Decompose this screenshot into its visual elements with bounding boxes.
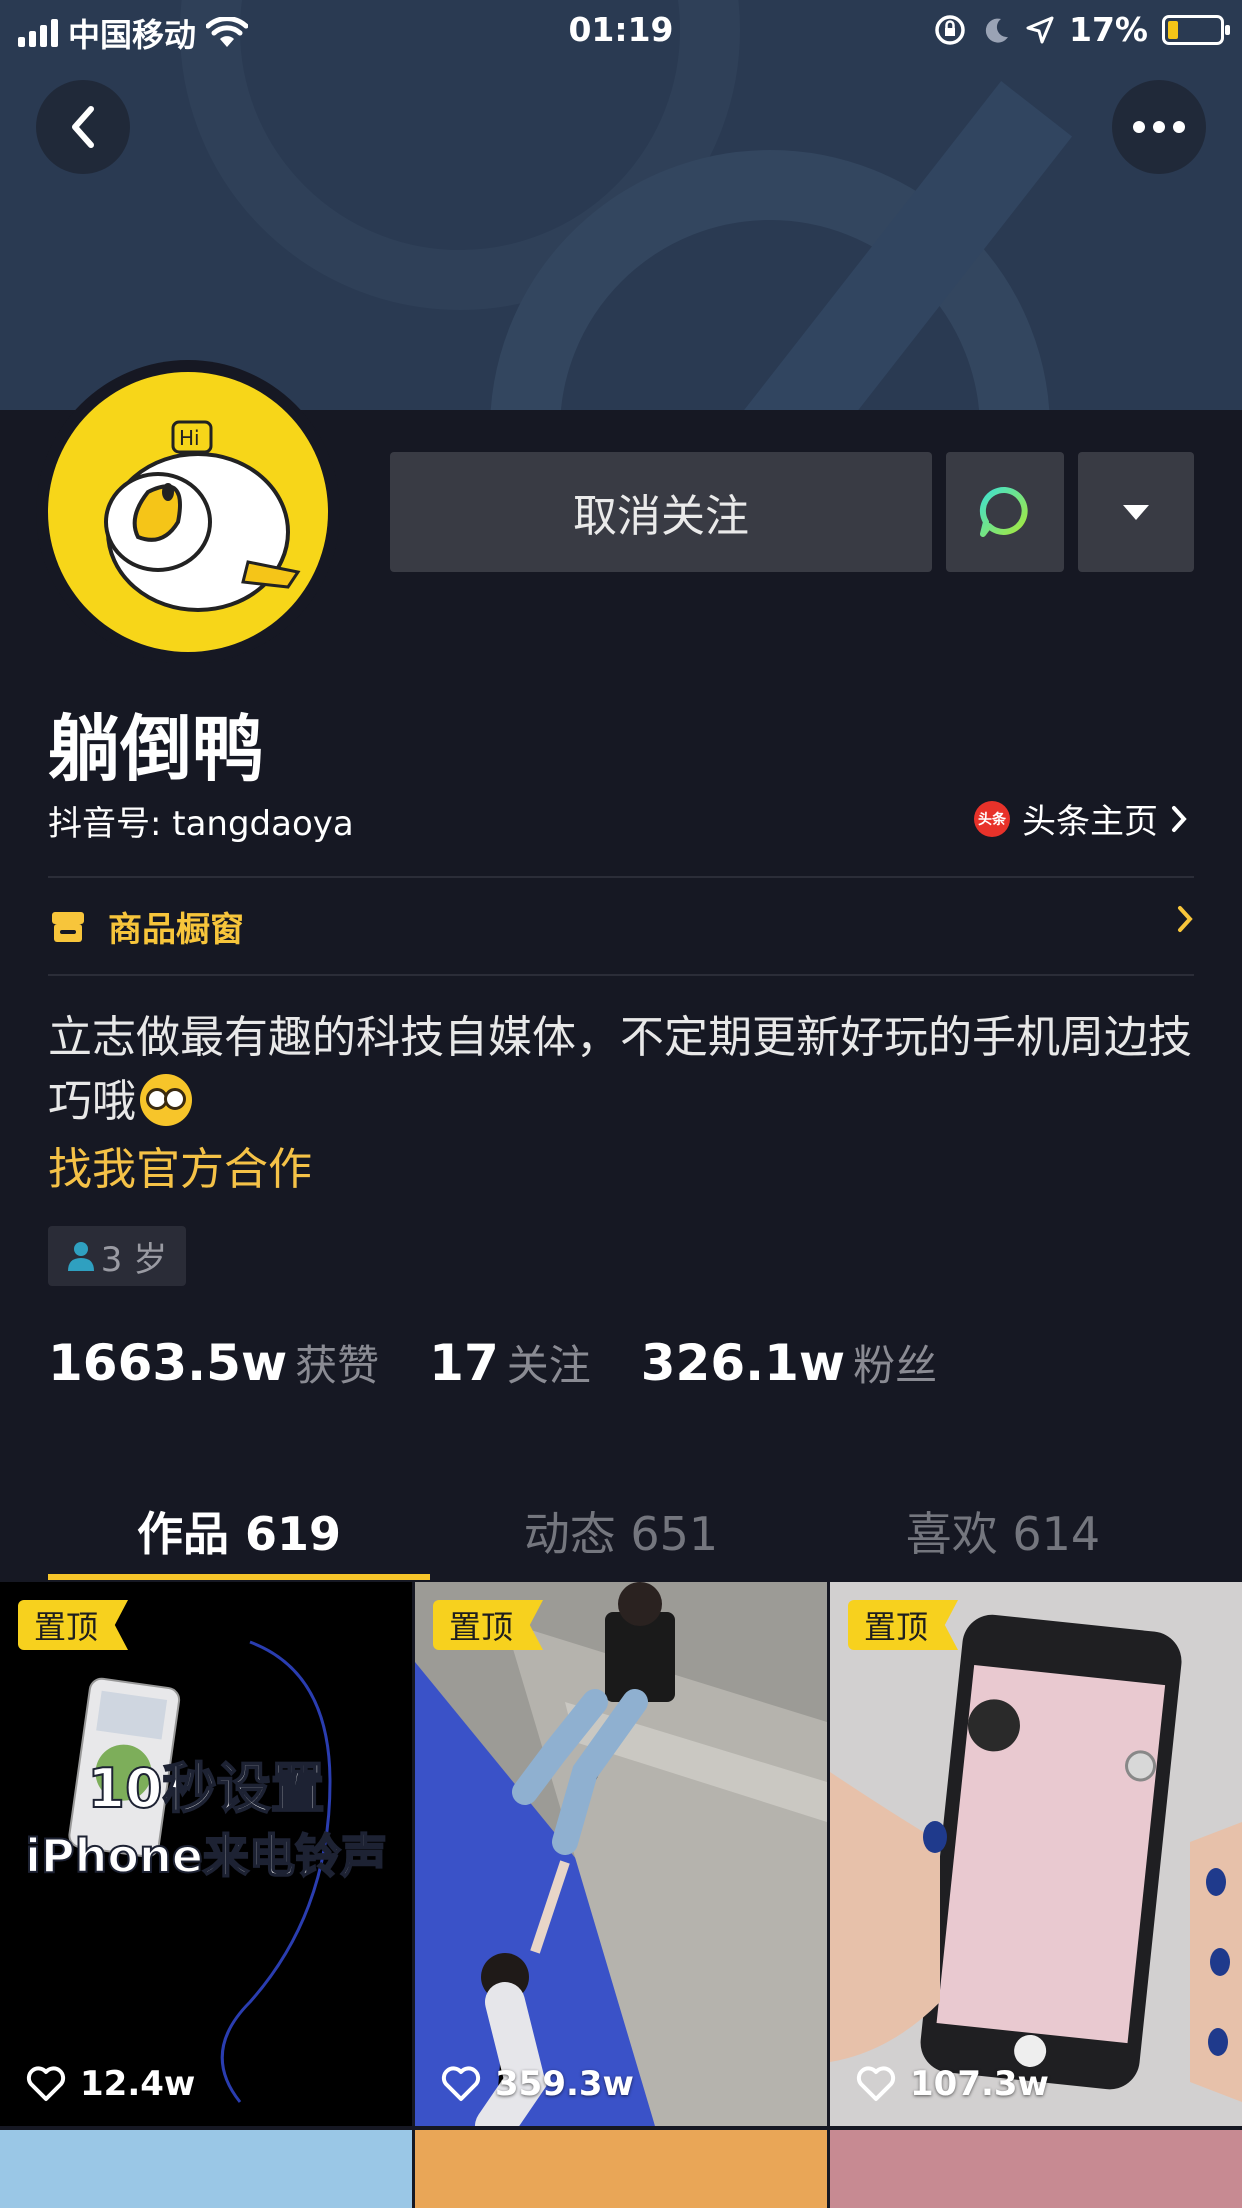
- video-thumbnail[interactable]: 置顶 107.3w: [830, 1582, 1242, 2126]
- profile-stats: 1663.5w 获赞 17 关注 326.1w 粉丝: [48, 1332, 987, 1393]
- followers-label[interactable]: 粉丝: [853, 1332, 937, 1393]
- location-icon: [1026, 16, 1054, 43]
- likes-label: 获赞: [295, 1341, 380, 1390]
- moon-icon: [985, 18, 1008, 43]
- recommend-dropdown-button[interactable]: [1078, 452, 1194, 572]
- heart-icon: [26, 2066, 66, 2101]
- video-thumbnail-image: [830, 1582, 1242, 2126]
- battery-icon: [1162, 14, 1230, 45]
- chevron-right-icon: [1172, 805, 1187, 832]
- bio-text: 立志做最有趣的科技自媒体，不定期更新好玩的手机周边技巧哦: [48, 1012, 1192, 1127]
- video-thumbnail[interactable]: [830, 2130, 1242, 2208]
- toutiao-logo-icon: 头条: [974, 800, 1010, 837]
- following-label[interactable]: 关注: [507, 1332, 591, 1393]
- video-thumbnail-image: [415, 1582, 827, 2126]
- shop-window-link[interactable]: 商品橱窗: [48, 896, 1194, 956]
- toutiao-homepage-link[interactable]: 头条 头条主页: [974, 794, 1188, 843]
- video-thumbnail[interactable]: [0, 2130, 412, 2208]
- business-contact-link[interactable]: 找我官方合作: [48, 1133, 312, 1197]
- duck-avatar-illustration: Hi: [104, 420, 301, 612]
- video-thumbnail[interactable]: [415, 2130, 827, 2208]
- more-dots-icon: [1133, 121, 1185, 133]
- person-icon: [67, 1242, 94, 1271]
- back-button[interactable]: [36, 80, 130, 174]
- video-likes: 359.3w: [441, 2064, 634, 2104]
- heart-icon: [856, 2066, 896, 2101]
- video-likes: 12.4w: [26, 2064, 195, 2104]
- divider: [48, 974, 1194, 976]
- tab-activity[interactable]: 动态 651: [430, 1480, 812, 1580]
- followers-count[interactable]: 326.1w: [641, 1334, 845, 1392]
- avatar-hi-badge: Hi: [179, 426, 200, 450]
- chevron-right-icon: [1178, 906, 1193, 932]
- message-button[interactable]: [946, 452, 1064, 572]
- douyin-id: 抖音号: tangdaoya: [48, 804, 354, 844]
- battery-percent: 17%: [1069, 10, 1148, 49]
- pinned-badge: 置顶: [18, 1600, 129, 1650]
- pinned-badge: 置顶: [848, 1600, 959, 1650]
- caret-down-icon: [1123, 505, 1149, 520]
- unfollow-label: 取消关注: [573, 491, 749, 542]
- tab-likes[interactable]: 喜欢 614: [812, 1480, 1194, 1580]
- pinned-badge: 置顶: [433, 1600, 544, 1650]
- avatar[interactable]: Hi: [36, 360, 340, 664]
- video-thumbnail[interactable]: 10秒设置 iPhone来电铃声 置顶 12.4w: [0, 1582, 412, 2126]
- video-likes-count: 107.3w: [910, 2064, 1049, 2104]
- tab-works[interactable]: 作品 619: [48, 1480, 430, 1580]
- video-caption-line2: iPhone来电铃声: [25, 1829, 387, 1883]
- age-tag: 3 岁: [48, 1226, 186, 1286]
- unfollow-button[interactable]: 取消关注: [390, 452, 932, 572]
- shop-icon: [52, 912, 84, 942]
- video-likes-count: 359.3w: [495, 2064, 634, 2104]
- status-bar: 中国移动 01:19 17%: [0, 0, 1242, 62]
- chat-bubble-icon: [979, 486, 1028, 537]
- divider: [48, 876, 1194, 878]
- rotation-lock-icon: [935, 14, 965, 45]
- chevron-left-icon: [72, 106, 94, 148]
- video-likes: 107.3w: [856, 2064, 1049, 2104]
- nerd-emoji-icon: [140, 1074, 192, 1126]
- video-thumbnail-image: 10秒设置 iPhone来电铃声: [24, 1640, 388, 2103]
- video-thumbnail[interactable]: 置顶 359.3w: [415, 1582, 827, 2126]
- shop-window-label: 商品橱窗: [108, 909, 244, 950]
- toutiao-link-label: 头条主页: [1022, 802, 1158, 842]
- likes-count: 1663.5w: [48, 1334, 288, 1392]
- profile-name: 躺倒鸭: [48, 707, 265, 791]
- more-options-button[interactable]: [1112, 80, 1206, 174]
- age-label: 3 岁: [100, 1239, 168, 1280]
- active-tab-indicator: [48, 1574, 430, 1580]
- content-tabs: 作品 619 动态 651 喜欢 614: [48, 1480, 1194, 1580]
- video-likes-count: 12.4w: [80, 2064, 196, 2104]
- profile-bio: 立志做最有趣的科技自媒体，不定期更新好玩的手机周边技巧哦: [48, 1006, 1198, 1134]
- heart-icon: [441, 2066, 481, 2101]
- video-caption-line1: 10秒设置: [87, 1757, 324, 1820]
- following-count[interactable]: 17: [429, 1334, 499, 1392]
